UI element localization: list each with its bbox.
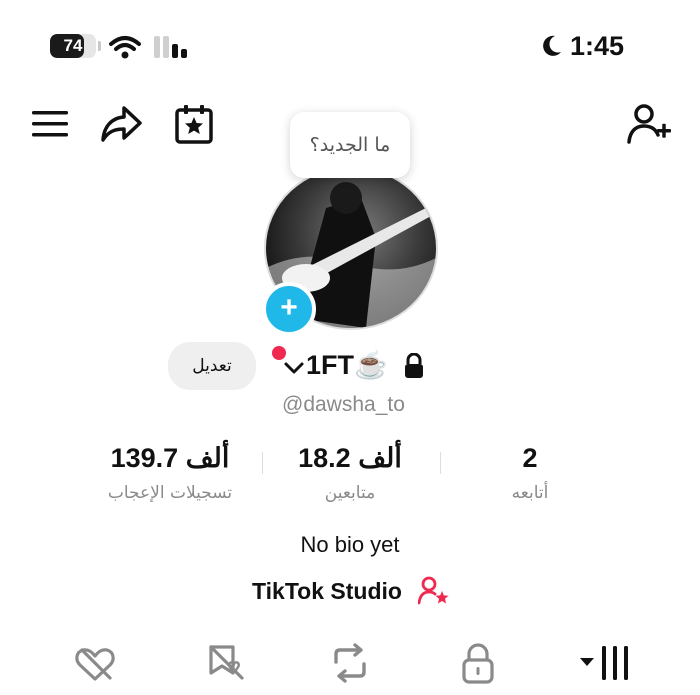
wifi-icon — [109, 36, 141, 59]
creator-star-icon[interactable] — [418, 576, 450, 606]
whats-new-bubble[interactable]: ما الجديد؟ — [290, 112, 410, 178]
likes-label: تسجيلات الإعجاب — [107, 483, 233, 503]
add-friend-icon[interactable] — [626, 102, 672, 146]
cellular-signal-icon — [154, 36, 187, 58]
following-count[interactable]: 2 — [450, 442, 610, 474]
share-icon[interactable] — [100, 104, 144, 144]
profile-handle: @dawsha_to — [282, 393, 405, 416]
profile-bio: No bio yet — [300, 532, 400, 557]
edit-profile-button[interactable]: تعديل — [168, 342, 256, 390]
likes-count: 139.7 ألف — [110, 443, 230, 473]
calendar-star-icon[interactable] — [174, 103, 216, 145]
followers-label[interactable]: متابعين — [270, 482, 430, 504]
tiktok-studio-link[interactable]: TikTok Studio — [252, 576, 402, 606]
liked-videos-icon[interactable] — [74, 644, 116, 684]
following-label[interactable]: أتابعه — [450, 482, 610, 504]
battery-indicator: 74 — [50, 34, 96, 58]
followers-count[interactable]: 18.2 ألف — [270, 442, 430, 474]
private-lock-icon[interactable] — [460, 642, 496, 684]
profile-username[interactable]: 1FT☕️ — [306, 348, 388, 382]
battery-tip — [98, 41, 101, 51]
battery-level: 74 — [63, 36, 83, 55]
private-account-lock-icon — [405, 353, 423, 378]
favorites-icon[interactable] — [206, 642, 246, 684]
menu-icon[interactable] — [32, 108, 70, 140]
stats-divider — [262, 452, 263, 474]
moon-icon — [543, 35, 561, 56]
notification-dot — [272, 346, 286, 360]
stats-divider — [440, 452, 441, 474]
status-time: 1:45 — [570, 31, 625, 61]
videos-grid-icon[interactable] — [578, 644, 636, 684]
add-story-button[interactable]: + — [262, 282, 316, 336]
chevron-down-icon[interactable] — [283, 360, 305, 376]
reposts-icon[interactable] — [328, 642, 372, 684]
